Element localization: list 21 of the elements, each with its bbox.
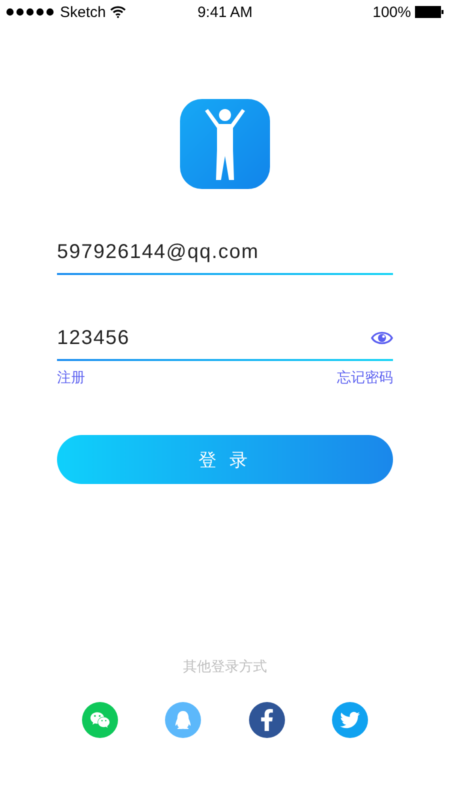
battery-percentage: 100% <box>372 4 411 20</box>
signal-icon <box>6 8 56 16</box>
clock: 9:41 AM <box>197 4 253 20</box>
twitter-button[interactable] <box>332 702 368 738</box>
facebook-button[interactable] <box>248 702 285 738</box>
battery-icon <box>415 6 444 18</box>
forgot-password-link[interactable]: 忘记密码 <box>337 369 393 387</box>
register-link[interactable]: 注册 <box>57 369 85 387</box>
chat-bubbles-icon <box>90 710 110 730</box>
penguin-icon <box>174 711 192 729</box>
eye-icon[interactable] <box>371 331 393 345</box>
email-field[interactable]: 597926144@qq.com <box>57 240 393 264</box>
password-field[interactable]: 123456 <box>57 326 371 350</box>
qq-button[interactable] <box>165 702 202 738</box>
wifi-icon <box>110 6 126 18</box>
bird-icon <box>340 710 360 730</box>
wechat-button[interactable] <box>82 702 118 738</box>
login-button[interactable]: 登 录 <box>57 435 393 484</box>
person-icon <box>202 108 248 180</box>
other-login-label: 其他登录方式 <box>182 658 268 676</box>
carrier-name: Sketch <box>60 4 106 20</box>
